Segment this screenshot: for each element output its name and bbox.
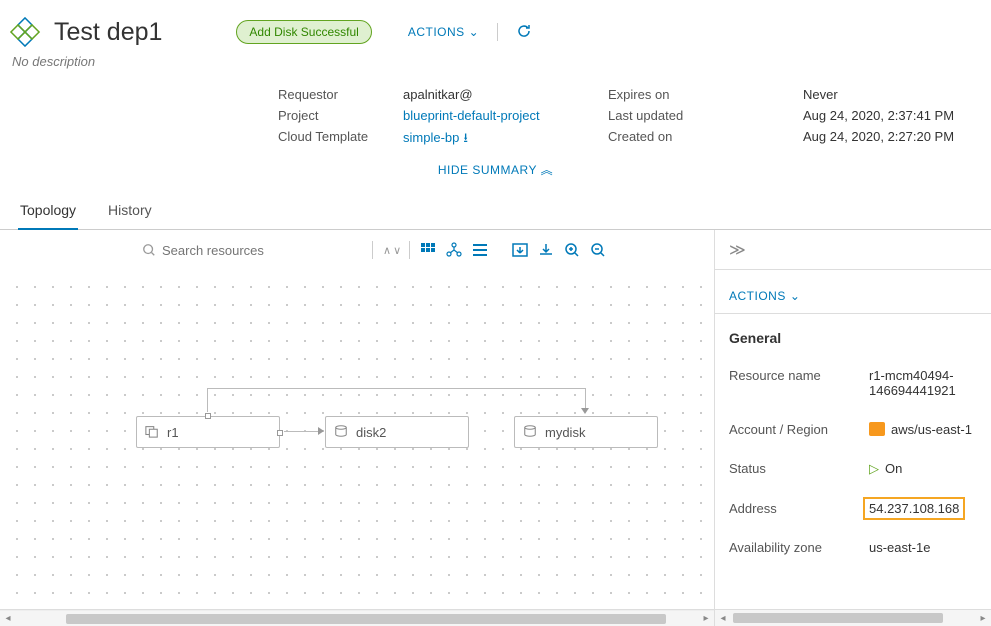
chevron-double-up-icon: ︽ bbox=[541, 163, 554, 177]
grid-view-icon[interactable] bbox=[420, 242, 436, 258]
zoom-in-icon[interactable] bbox=[564, 242, 580, 258]
fit-screen-icon[interactable] bbox=[512, 242, 528, 258]
scroll-right-icon[interactable]: ▸ bbox=[698, 613, 714, 624]
hide-summary-button[interactable]: HIDE SUMMARY ︽ bbox=[0, 151, 991, 192]
hscrollbar-left[interactable]: ◂ ▸ bbox=[0, 610, 714, 626]
template-link[interactable]: simple-bp⭳ bbox=[403, 130, 468, 145]
disk-icon bbox=[334, 424, 348, 441]
disk-icon bbox=[523, 424, 537, 441]
node-label: disk2 bbox=[356, 425, 386, 440]
separator bbox=[497, 23, 498, 41]
edge bbox=[585, 388, 586, 410]
resource-name-label: Resource name bbox=[729, 368, 869, 398]
availability-zone-value: us-east-1e bbox=[869, 540, 977, 555]
created-label: Created on bbox=[608, 129, 803, 151]
actions-button[interactable]: ACTIONS ⌄ bbox=[408, 25, 479, 39]
node-disk2[interactable]: disk2 bbox=[325, 416, 469, 448]
requestor-value: apalnitkar@ bbox=[403, 87, 608, 102]
topology-canvas[interactable]: ∧ ∨ r1 disk2 bbox=[0, 230, 715, 609]
download-icon[interactable]: ⭳ bbox=[463, 129, 468, 151]
refresh-button[interactable] bbox=[516, 23, 532, 42]
status-label: Status bbox=[729, 461, 869, 477]
account-region-value: aws/us-east-1 bbox=[869, 422, 977, 437]
expires-value: Never bbox=[803, 87, 991, 102]
nav-prev-button[interactable]: ∧ bbox=[383, 244, 389, 257]
node-mydisk[interactable]: mydisk bbox=[514, 416, 658, 448]
aws-icon bbox=[869, 422, 885, 436]
summary-grid: Requestor apalnitkar@ Expires on Never P… bbox=[278, 87, 991, 151]
canvas-toolbar: ∧ ∨ bbox=[0, 230, 714, 270]
arrow-icon bbox=[581, 408, 589, 414]
list-view-icon[interactable] bbox=[472, 242, 488, 258]
scroll-left-icon[interactable]: ◂ bbox=[715, 613, 731, 624]
project-link[interactable]: blueprint-default-project bbox=[403, 108, 540, 123]
expires-label: Expires on bbox=[608, 87, 803, 102]
hscrollbar-thumb[interactable] bbox=[733, 613, 943, 623]
status-badge: Add Disk Successful bbox=[236, 20, 371, 44]
hscrollbar-thumb[interactable] bbox=[66, 614, 666, 624]
nav-next-button[interactable]: ∨ bbox=[393, 244, 399, 257]
play-icon: ▷ bbox=[869, 461, 879, 477]
created-value: Aug 24, 2020, 2:27:20 PM bbox=[803, 129, 991, 151]
template-label: Cloud Template bbox=[278, 129, 403, 151]
scroll-right-icon[interactable]: ▸ bbox=[975, 613, 991, 624]
search-input[interactable] bbox=[162, 243, 342, 258]
panel-actions-button[interactable]: ACTIONS ⌄ bbox=[729, 289, 800, 303]
details-panel: ≫ ACTIONS ⌄ General Resource name r1-mcm… bbox=[715, 230, 991, 609]
app-logo-icon bbox=[10, 16, 42, 48]
tab-topology[interactable]: Topology bbox=[18, 192, 78, 230]
description-text: No description bbox=[10, 54, 95, 69]
search-icon bbox=[142, 243, 156, 257]
project-label: Project bbox=[278, 108, 403, 123]
tab-bar: Topology History bbox=[0, 192, 991, 230]
edge bbox=[207, 388, 586, 389]
account-region-label: Account / Region bbox=[729, 422, 869, 437]
chevron-down-icon: ⌄ bbox=[469, 25, 480, 39]
status-value: ▷On bbox=[869, 461, 977, 477]
edge bbox=[284, 431, 318, 432]
requestor-label: Requestor bbox=[278, 87, 403, 102]
availability-zone-label: Availability zone bbox=[729, 540, 869, 555]
tab-history[interactable]: History bbox=[106, 192, 154, 229]
edge bbox=[207, 388, 208, 412]
node-label: mydisk bbox=[545, 425, 585, 440]
page-title: Test dep1 bbox=[54, 18, 162, 47]
chevron-down-icon: ⌄ bbox=[790, 289, 801, 303]
scrollbar-area: ◂ ▸ ◂ ▸ bbox=[0, 610, 991, 626]
zoom-out-icon[interactable] bbox=[590, 242, 606, 258]
resource-name-value: r1-mcm40494-146694441921 bbox=[869, 368, 977, 398]
node-r1[interactable]: r1 bbox=[136, 416, 280, 448]
chevron-double-right-icon: ≫ bbox=[729, 240, 746, 260]
collapse-panel-button[interactable]: ≫ bbox=[715, 230, 991, 270]
node-label: r1 bbox=[167, 425, 179, 440]
arrow-icon bbox=[318, 427, 324, 435]
network-view-icon[interactable] bbox=[446, 242, 462, 258]
address-label: Address bbox=[729, 501, 869, 516]
vm-icon bbox=[145, 424, 159, 441]
download-view-icon[interactable] bbox=[538, 242, 554, 258]
updated-value: Aug 24, 2020, 2:37:41 PM bbox=[803, 108, 991, 123]
section-header-general: General bbox=[715, 314, 991, 356]
scroll-left-icon[interactable]: ◂ bbox=[0, 613, 16, 624]
address-value: 54.237.108.168 bbox=[863, 497, 965, 520]
updated-label: Last updated bbox=[608, 108, 803, 123]
hscrollbar-right[interactable]: ◂ ▸ bbox=[715, 610, 991, 626]
